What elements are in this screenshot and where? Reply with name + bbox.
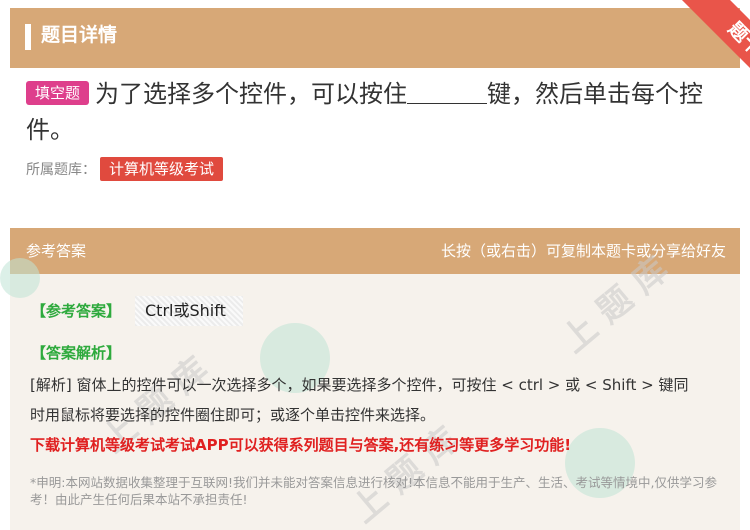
answer-title: 【参考答案】 (31, 302, 122, 320)
watermark-circle (0, 258, 40, 298)
bank-label: 所属题库： (26, 162, 96, 178)
question-bank-row: 所属题库： 计算机等级考试 (26, 157, 224, 182)
answer-panel: 参考答案 长按（或右击）可复制本题卡或分享给好友 上 题 库 上 题 库 上 题… (0, 228, 740, 530)
watermark-logo: 上 题 库 (344, 419, 467, 530)
header-accent (25, 24, 31, 50)
answer-section-label: 参考答案 (26, 242, 87, 260)
disclaimer-text: *申明:本网站数据收集整理于互联网!我们并未能对答案信息进行核对!本信息不能用于… (30, 475, 717, 507)
answer-value: Ctrl或Shift (135, 296, 243, 326)
analysis-text: [解析] 窗体上的控件可以一次选择多个，如果要选择多个控件，可按住 < ctrl… (30, 376, 689, 424)
bank-tag[interactable]: 计算机等级考试 (100, 157, 224, 181)
analysis-title: 【答案解析】 (31, 344, 122, 362)
page-title: 题目详情 (41, 24, 118, 46)
app-promo-link[interactable]: 下载计算机等级考试考试APP可以获得系列题目与答案,还有练习等更多学习功能! (30, 434, 571, 455)
share-tip: 长按（或右击）可复制本题卡或分享给好友 (440, 242, 726, 260)
question-text-before: 为了选择多个控件，可以按住 (95, 80, 408, 108)
question-text: 填空题 为了选择多个控件，可以按住 键，然后单击每个控件。 (26, 76, 726, 148)
question-type-tag: 填空题 (26, 81, 90, 105)
header-bar: 题目详情 (10, 8, 740, 68)
fill-blank (407, 80, 488, 104)
